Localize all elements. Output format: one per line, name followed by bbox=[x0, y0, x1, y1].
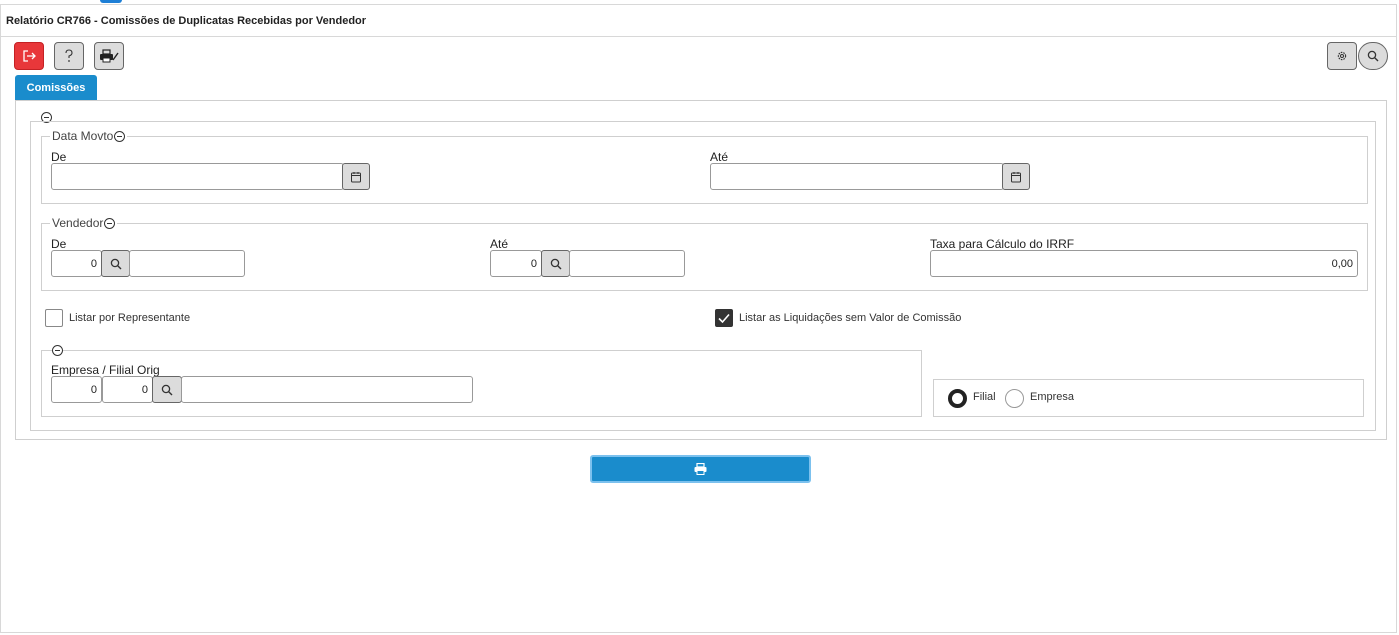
data-movto-title: Data Movto bbox=[52, 129, 114, 143]
filial-code-input[interactable] bbox=[102, 376, 153, 403]
calendar-icon bbox=[351, 171, 361, 182]
help-button[interactable] bbox=[54, 42, 84, 70]
empresa-name-input[interactable] bbox=[181, 376, 473, 403]
vendedor-legend: Vendedor bbox=[50, 216, 118, 230]
printer-setup-button[interactable] bbox=[94, 42, 124, 70]
vendedor-from-name-input[interactable] bbox=[129, 250, 245, 277]
window-title: Relatório CR766 - Comissões de Duplicata… bbox=[1, 5, 1396, 37]
tab-comissoes[interactable]: Comissões bbox=[15, 75, 97, 100]
calendar-icon bbox=[1011, 171, 1021, 182]
vendedor-to-search-button[interactable] bbox=[541, 250, 570, 277]
vendedor-to-label: Até bbox=[490, 237, 509, 251]
vendedor-from-search-button[interactable] bbox=[101, 250, 130, 277]
vendedor-to-code-input[interactable] bbox=[490, 250, 542, 277]
vendedor-from-code-input[interactable] bbox=[51, 250, 102, 277]
printer-setup-icon bbox=[100, 49, 119, 63]
radio-empresa-label: Empresa bbox=[1030, 391, 1075, 403]
radio-filial[interactable] bbox=[948, 389, 967, 408]
data-movto-to-input[interactable] bbox=[710, 163, 1004, 190]
scope-radio-group bbox=[933, 379, 1364, 417]
help-icon bbox=[65, 49, 73, 62]
irrf-input[interactable] bbox=[930, 250, 1358, 277]
data-movto-legend: Data Movto bbox=[50, 129, 128, 143]
data-movto-from-input[interactable] bbox=[51, 163, 344, 190]
gear-icon bbox=[1337, 51, 1347, 61]
data-movto-to-label: Até bbox=[710, 150, 729, 164]
data-movto-from-calendar-button[interactable] bbox=[342, 163, 370, 190]
exit-icon bbox=[23, 50, 36, 62]
listar-liquidacoes-checkbox[interactable] bbox=[715, 309, 733, 327]
print-report-button[interactable] bbox=[590, 455, 811, 483]
data-movto-collapse-icon[interactable] bbox=[114, 130, 126, 142]
vendedor-from-label: De bbox=[51, 237, 67, 251]
vendedor-to-name-input[interactable] bbox=[569, 250, 685, 277]
data-movto-from-label: De bbox=[51, 150, 67, 164]
search-button[interactable] bbox=[1358, 42, 1388, 70]
listar-representante-checkbox[interactable] bbox=[45, 309, 63, 327]
vendedor-collapse-icon[interactable] bbox=[104, 217, 116, 229]
irrf-label: Taxa para Cálculo do IRRF bbox=[930, 237, 1075, 251]
empresa-search-button[interactable] bbox=[152, 376, 182, 403]
listar-representante-label: Listar por Representante bbox=[69, 312, 191, 324]
listar-liquidacoes-label: Listar as Liquidações sem Valor de Comis… bbox=[739, 312, 962, 324]
vendedor-title: Vendedor bbox=[52, 216, 104, 230]
check-icon bbox=[718, 313, 730, 324]
empresa-code-input[interactable] bbox=[51, 376, 102, 403]
empresa-label: Empresa / Filial Orig bbox=[51, 363, 160, 377]
settings-button[interactable] bbox=[1327, 42, 1357, 70]
exit-button[interactable] bbox=[14, 42, 44, 70]
search-icon bbox=[550, 258, 561, 269]
search-icon bbox=[161, 384, 173, 395]
radio-filial-label: Filial bbox=[973, 391, 996, 403]
radio-empresa[interactable] bbox=[1005, 389, 1024, 408]
search-icon bbox=[110, 258, 121, 269]
empresa-collapse-icon[interactable] bbox=[52, 345, 63, 356]
top-accent-bar bbox=[100, 0, 122, 3]
data-movto-to-calendar-button[interactable] bbox=[1002, 163, 1030, 190]
search-icon bbox=[1367, 50, 1379, 62]
printer-icon bbox=[694, 463, 707, 475]
